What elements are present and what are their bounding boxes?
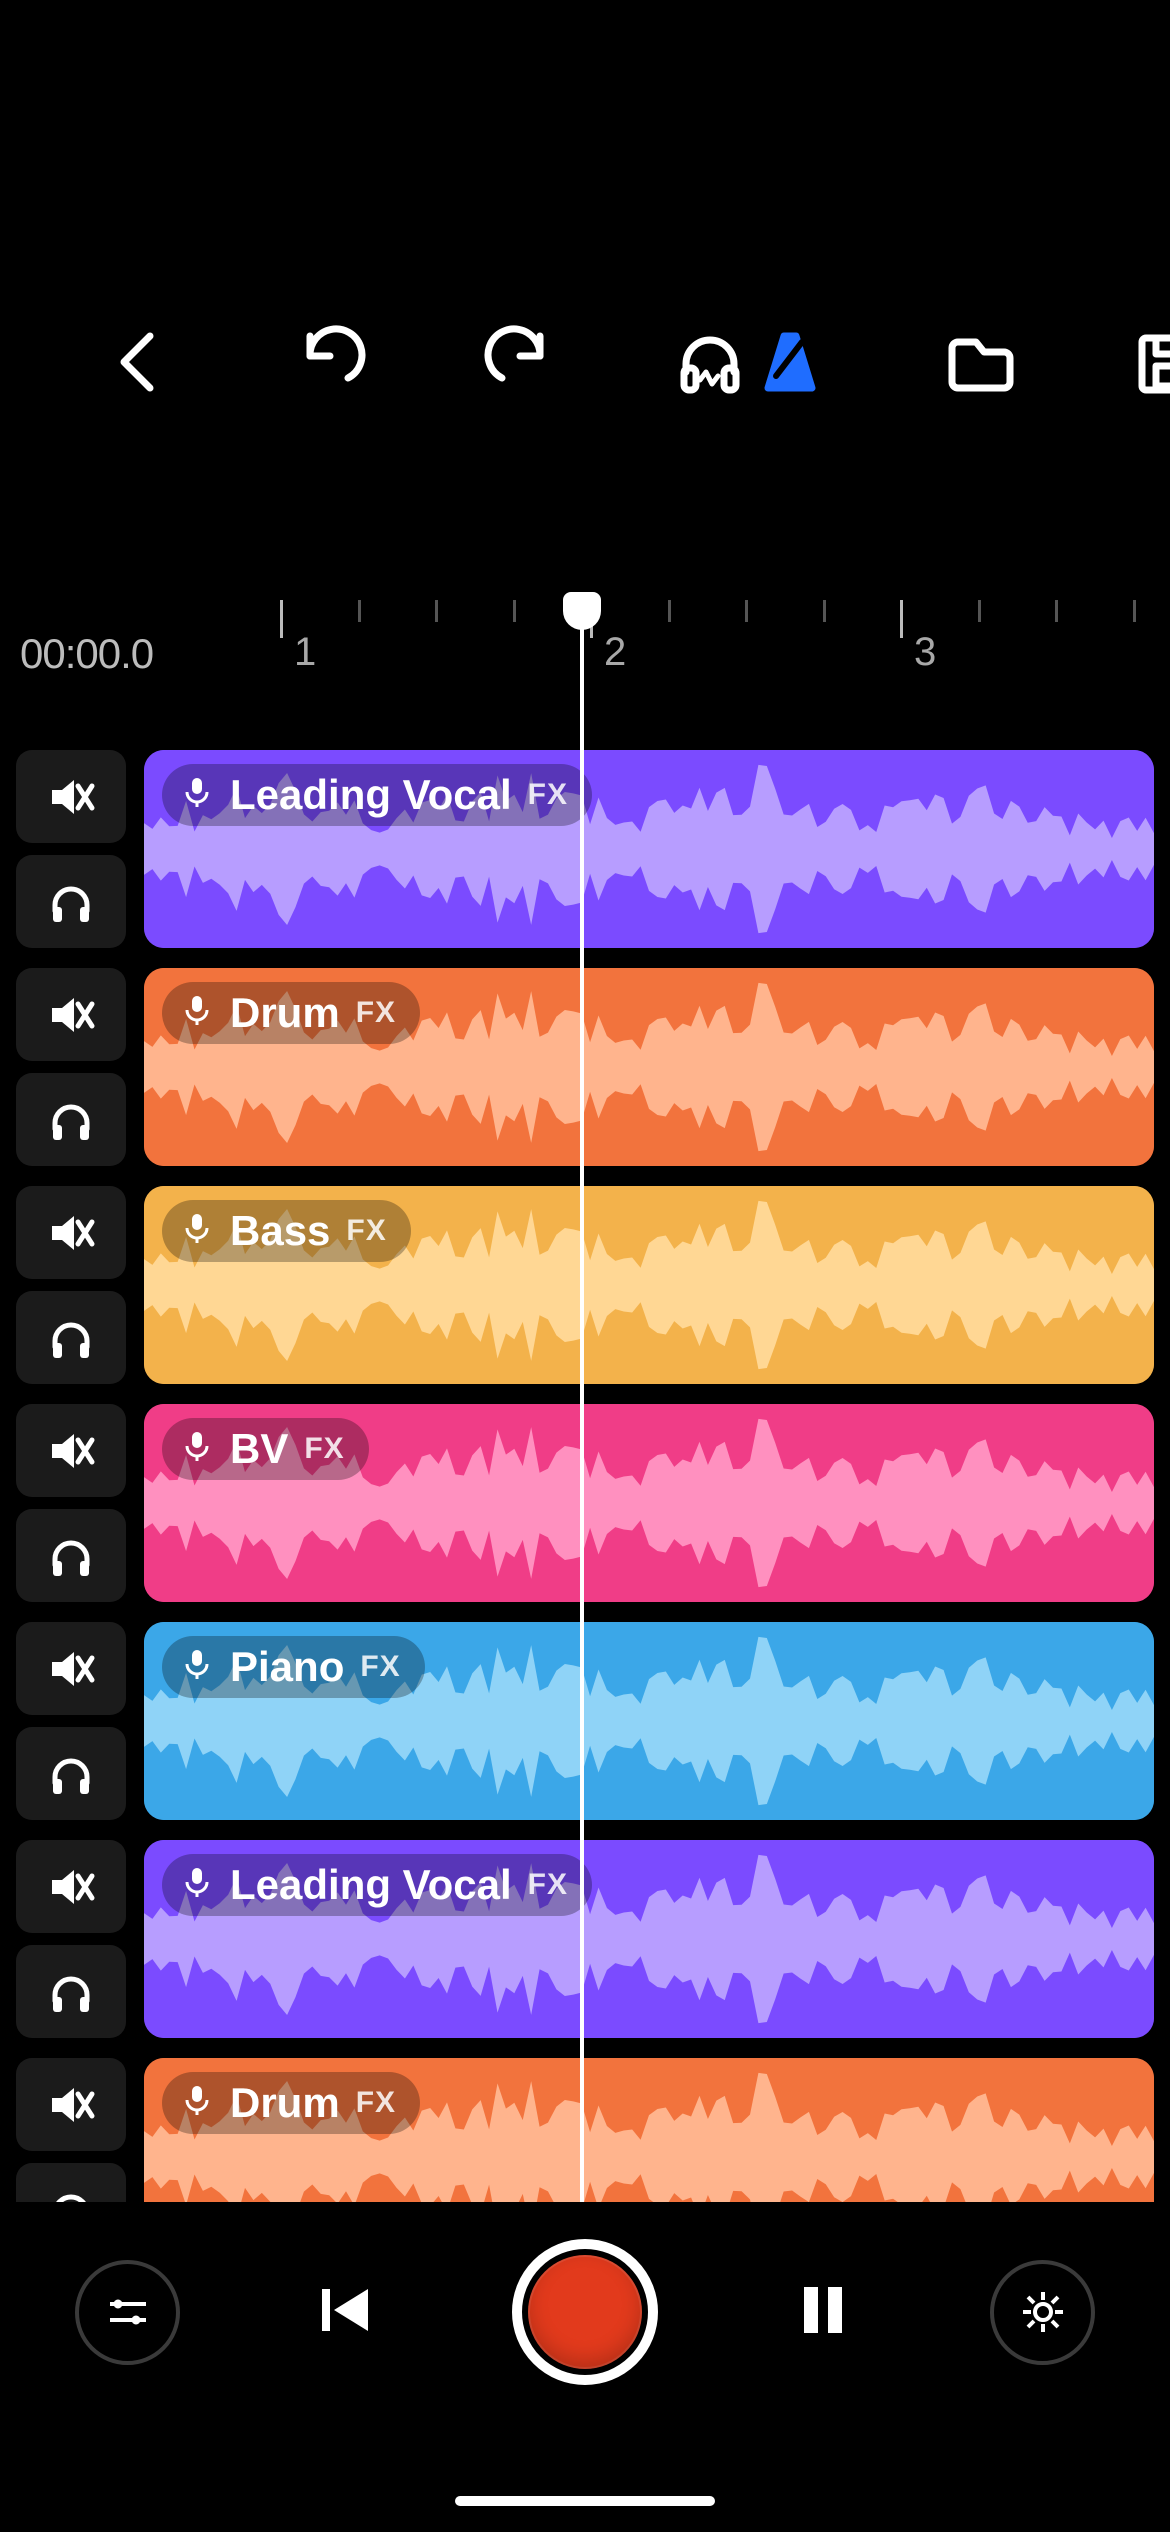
playhead[interactable] (580, 600, 584, 2202)
clip-name: Leading Vocal (230, 1864, 512, 1906)
track-controls (16, 1186, 126, 1384)
fx-badge[interactable]: FX (356, 998, 396, 1028)
clip-name: Drum (230, 992, 340, 1034)
track-controls (16, 968, 126, 1166)
clip-label-pill[interactable]: Drum FX (162, 2072, 420, 2134)
track-row: Leading Vocal FX (16, 1840, 1154, 2038)
transport-bar (0, 2202, 1170, 2422)
mute-button[interactable] (16, 1404, 126, 1497)
solo-headphones-button[interactable] (16, 2163, 126, 2202)
solo-headphones-button[interactable] (16, 1945, 126, 2038)
record-indicator-icon (528, 2255, 642, 2369)
settings-button[interactable] (990, 2260, 1095, 2365)
toolbar-right-group (750, 322, 1170, 402)
clip-name: Bass (230, 1210, 330, 1252)
undo-button[interactable] (290, 322, 370, 402)
audio-clip[interactable]: Bass FX (144, 1186, 1154, 1384)
track-controls (16, 2058, 126, 2202)
clip-name: Drum (230, 2082, 340, 2124)
clip-label-pill[interactable]: Bass FX (162, 1200, 411, 1262)
fx-badge[interactable]: FX (346, 1216, 386, 1246)
mute-button[interactable] (16, 1186, 126, 1279)
mic-icon (180, 1210, 214, 1252)
go-to-start-button[interactable] (312, 2275, 382, 2350)
clip-label-pill[interactable]: Leading Vocal FX (162, 764, 592, 826)
track-row: BV FX (16, 1404, 1154, 1602)
mic-icon (180, 1646, 214, 1688)
current-time-label: 00:00.0 (20, 630, 153, 678)
mute-button[interactable] (16, 1622, 126, 1715)
ruler-label: 1 (294, 630, 316, 675)
solo-headphones-button[interactable] (16, 1291, 126, 1384)
clip-label-pill[interactable]: Leading Vocal FX (162, 1854, 592, 1916)
clip-label-pill[interactable]: Drum FX (162, 982, 420, 1044)
clip-label-pill[interactable]: BV FX (162, 1418, 369, 1480)
track-row: Piano FX (16, 1622, 1154, 1820)
pause-button[interactable] (788, 2275, 858, 2350)
track-row: Drum FX (16, 2058, 1154, 2202)
fx-badge[interactable]: FX (304, 1434, 344, 1464)
fx-badge[interactable]: FX (528, 1870, 568, 1900)
fx-badge[interactable]: FX (528, 780, 568, 810)
mic-icon (180, 992, 214, 1034)
top-toolbar (0, 292, 1170, 432)
track-controls (16, 1622, 126, 1820)
mute-button[interactable] (16, 2058, 126, 2151)
open-folder-button[interactable] (940, 322, 1020, 402)
clip-name: BV (230, 1428, 288, 1470)
track-controls (16, 1840, 126, 2038)
solo-headphones-button[interactable] (16, 1509, 126, 1602)
mic-icon (180, 2082, 214, 2124)
ruler-label: 2 (604, 630, 626, 675)
home-indicator (455, 2496, 715, 2506)
toolbar-left-group (100, 322, 750, 402)
monitor-headphones-button[interactable] (670, 322, 750, 402)
audio-clip[interactable]: Leading Vocal FX (144, 1840, 1154, 2038)
audio-clip[interactable]: Leading Vocal FX (144, 750, 1154, 948)
mute-button[interactable] (16, 750, 126, 843)
clip-name: Piano (230, 1646, 344, 1688)
audio-clip[interactable]: Drum FX (144, 2058, 1154, 2202)
clip-label-pill[interactable]: Piano FX (162, 1636, 425, 1698)
solo-headphones-button[interactable] (16, 855, 126, 948)
track-controls (16, 1404, 126, 1602)
track-row: Drum FX (16, 968, 1154, 1166)
ruler-ticks: 1234 (280, 600, 1170, 640)
back-button[interactable] (100, 322, 180, 402)
audio-clip[interactable]: BV FX (144, 1404, 1154, 1602)
audio-clip[interactable]: Drum FX (144, 968, 1154, 1166)
redo-button[interactable] (480, 322, 560, 402)
track-row: Leading Vocal FX (16, 750, 1154, 948)
solo-headphones-button[interactable] (16, 1073, 126, 1166)
transport-center (312, 2239, 858, 2385)
mic-icon (180, 1864, 214, 1906)
audio-clip[interactable]: Piano FX (144, 1622, 1154, 1820)
mic-icon (180, 1428, 214, 1470)
track-list: Leading Vocal FX Drum FX (16, 750, 1154, 2202)
track-row: Bass FX (16, 1186, 1154, 1384)
ruler-label: 3 (914, 630, 936, 675)
mixer-button[interactable] (75, 2260, 180, 2365)
fx-badge[interactable]: FX (360, 1652, 400, 1682)
clip-name: Leading Vocal (230, 774, 512, 816)
fx-badge[interactable]: FX (356, 2088, 396, 2118)
solo-headphones-button[interactable] (16, 1727, 126, 1820)
metronome-button[interactable] (750, 322, 830, 402)
mute-button[interactable] (16, 1840, 126, 1933)
record-button[interactable] (512, 2239, 658, 2385)
mic-icon (180, 774, 214, 816)
save-button[interactable] (1130, 322, 1170, 402)
track-controls (16, 750, 126, 948)
mute-button[interactable] (16, 968, 126, 1061)
